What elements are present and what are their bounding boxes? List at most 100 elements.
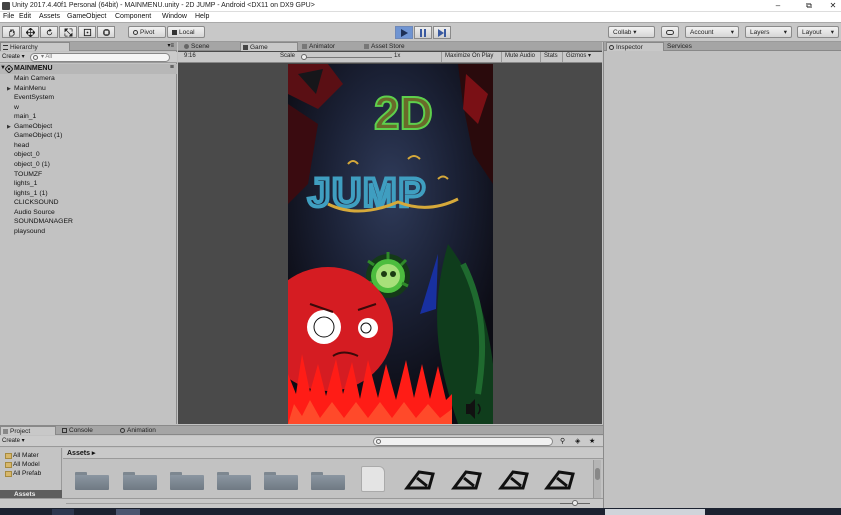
- hierarchy-item[interactable]: TOUMZF: [14, 171, 42, 178]
- transform-tool-button[interactable]: [97, 26, 115, 38]
- file-asset-icon[interactable]: [361, 466, 385, 492]
- folder-asset-icon[interactable]: [217, 472, 251, 490]
- sprite-asset-icon[interactable]: [543, 468, 579, 490]
- tab-asset-store[interactable]: Asset Store: [362, 42, 432, 51]
- tree-all-models[interactable]: All Model: [13, 461, 40, 468]
- taskbar-app[interactable]: [52, 509, 74, 515]
- hierarchy-item[interactable]: MainMenu: [14, 85, 46, 92]
- hierarchy-item[interactable]: head: [14, 142, 29, 149]
- tab-animator[interactable]: Animator: [300, 42, 360, 51]
- hierarchy-item[interactable]: playsound: [14, 228, 45, 235]
- tab-scene[interactable]: Scene: [182, 42, 238, 51]
- folder-asset-icon[interactable]: [311, 472, 345, 490]
- aspect-dropdown[interactable]: 9:16: [184, 53, 196, 59]
- step-button[interactable]: [433, 26, 451, 39]
- tab-services-label: Services: [667, 43, 692, 50]
- tab-game[interactable]: Game: [240, 42, 298, 51]
- layers-dropdown[interactable]: Layers ▾: [745, 26, 792, 38]
- tab-project[interactable]: Project: [0, 426, 56, 435]
- hierarchy-item[interactable]: Audio Source: [14, 209, 55, 216]
- hand-tool-button[interactable]: [2, 26, 20, 38]
- hierarchy-item[interactable]: SOUNDMANAGER: [14, 218, 73, 225]
- project-create-button[interactable]: Create ▾: [2, 437, 25, 444]
- sprite-asset-icon[interactable]: [403, 468, 439, 490]
- stats-toggle[interactable]: Stats: [540, 52, 561, 62]
- tree-all-materials[interactable]: All Mater: [13, 452, 39, 459]
- scale-slider-knob[interactable]: [301, 54, 307, 60]
- game-view-panel: Scene Game Animator Asset Store 9:16 Sca…: [178, 42, 602, 424]
- maximize-button[interactable]: ⧉: [802, 1, 816, 11]
- tab-inspector[interactable]: Inspector: [606, 42, 664, 51]
- mute-audio-toggle[interactable]: Mute Audio: [501, 52, 538, 62]
- hierarchy-item[interactable]: GameObject (1): [14, 132, 62, 139]
- hierarchy-item[interactable]: main_1: [14, 113, 36, 120]
- tab-services[interactable]: Services: [658, 42, 708, 51]
- hierarchy-item[interactable]: lights_1: [14, 180, 37, 187]
- panel-menu-icon[interactable]: ▾≡: [167, 42, 174, 51]
- folder-asset-icon[interactable]: [123, 472, 157, 490]
- move-tool-button[interactable]: [21, 26, 39, 38]
- hierarchy-item[interactable]: GameObject: [14, 123, 52, 130]
- game-scene-art: 2D JUMP: [288, 64, 493, 424]
- close-button[interactable]: ✕: [826, 1, 840, 11]
- sprite-asset-icon[interactable]: [450, 468, 486, 490]
- minimize-button[interactable]: –: [771, 1, 785, 11]
- menu-gameobject[interactable]: GameObject: [67, 13, 106, 20]
- scrollbar-thumb[interactable]: [595, 468, 600, 480]
- project-scrollbar[interactable]: [593, 460, 601, 499]
- menu-window[interactable]: Window: [162, 13, 187, 20]
- breadcrumb-assets[interactable]: Assets ▸: [67, 449, 95, 457]
- filter-type-icon[interactable]: ⚲: [560, 437, 565, 445]
- play-button[interactable]: [395, 26, 413, 39]
- hierarchy-item[interactable]: w: [14, 104, 19, 111]
- zoom-slider-knob[interactable]: [572, 500, 578, 506]
- scale-tool-button[interactable]: [59, 26, 77, 38]
- tab-hierarchy[interactable]: Hierarchy: [0, 42, 70, 51]
- cloud-button[interactable]: [661, 26, 679, 38]
- scale-slider-track[interactable]: [302, 57, 392, 58]
- hierarchy-item[interactable]: object_0 (1): [14, 161, 50, 168]
- tab-animation[interactable]: Animation: [118, 426, 182, 435]
- folder-asset-icon[interactable]: [170, 472, 204, 490]
- scene-row[interactable]: ▼ MAINMENU ≡: [0, 64, 177, 74]
- hierarchy-create-button[interactable]: Create ▾: [2, 53, 25, 60]
- menu-component[interactable]: Component: [115, 13, 151, 20]
- title-jump-text: JUMP: [308, 171, 427, 215]
- layout-dropdown[interactable]: Layout ▾: [797, 26, 839, 38]
- rect-tool-button[interactable]: [78, 26, 96, 38]
- pivot-label: Pivot: [140, 28, 155, 36]
- expand-arrow-icon[interactable]: ▶: [7, 124, 11, 130]
- menu-help[interactable]: Help: [195, 13, 209, 20]
- gizmos-dropdown[interactable]: Gizmos ▾: [562, 52, 594, 62]
- menu-file[interactable]: File: [3, 13, 14, 20]
- project-search-input[interactable]: [373, 437, 553, 446]
- folder-asset-icon[interactable]: [264, 472, 298, 490]
- menu-edit[interactable]: Edit: [19, 13, 31, 20]
- hierarchy-search-input[interactable]: ▾ All: [30, 53, 170, 62]
- hierarchy-item[interactable]: CLICKSOUND: [14, 199, 59, 206]
- scene-menu-icon[interactable]: ≡: [170, 64, 174, 71]
- menu-assets[interactable]: Assets: [39, 13, 60, 20]
- favorite-star-icon[interactable]: ★: [589, 437, 595, 445]
- sprite-asset-icon[interactable]: [497, 468, 533, 490]
- expand-arrow-icon[interactable]: ▶: [7, 86, 11, 92]
- game-render-surface[interactable]: 2D JUMP: [288, 64, 493, 424]
- local-toggle[interactable]: Local: [167, 26, 205, 38]
- local-label: Local: [179, 28, 195, 36]
- maximize-on-play-toggle[interactable]: Maximize On Play: [441, 52, 496, 62]
- filter-label-icon[interactable]: ◈: [575, 437, 580, 445]
- hierarchy-item[interactable]: Main Camera: [14, 75, 55, 82]
- hierarchy-item[interactable]: EventSystem: [14, 94, 54, 101]
- hierarchy-item[interactable]: object_0: [14, 151, 40, 158]
- rotate-tool-button[interactable]: [40, 26, 58, 38]
- tree-all-prefabs[interactable]: All Prefab: [13, 470, 41, 477]
- hierarchy-item[interactable]: lights_1 (1): [14, 190, 48, 197]
- collab-dropdown[interactable]: Collab ▾: [608, 26, 655, 38]
- tab-console[interactable]: Console: [60, 426, 116, 435]
- project-toolbar: Create ▾ ⚲ ◈ ★: [0, 436, 603, 447]
- pivot-toggle[interactable]: Pivot: [128, 26, 166, 38]
- account-dropdown[interactable]: Account ▾: [685, 26, 739, 38]
- folder-asset-icon[interactable]: [75, 472, 109, 490]
- taskbar-app[interactable]: [116, 509, 140, 515]
- pause-button[interactable]: [414, 26, 432, 39]
